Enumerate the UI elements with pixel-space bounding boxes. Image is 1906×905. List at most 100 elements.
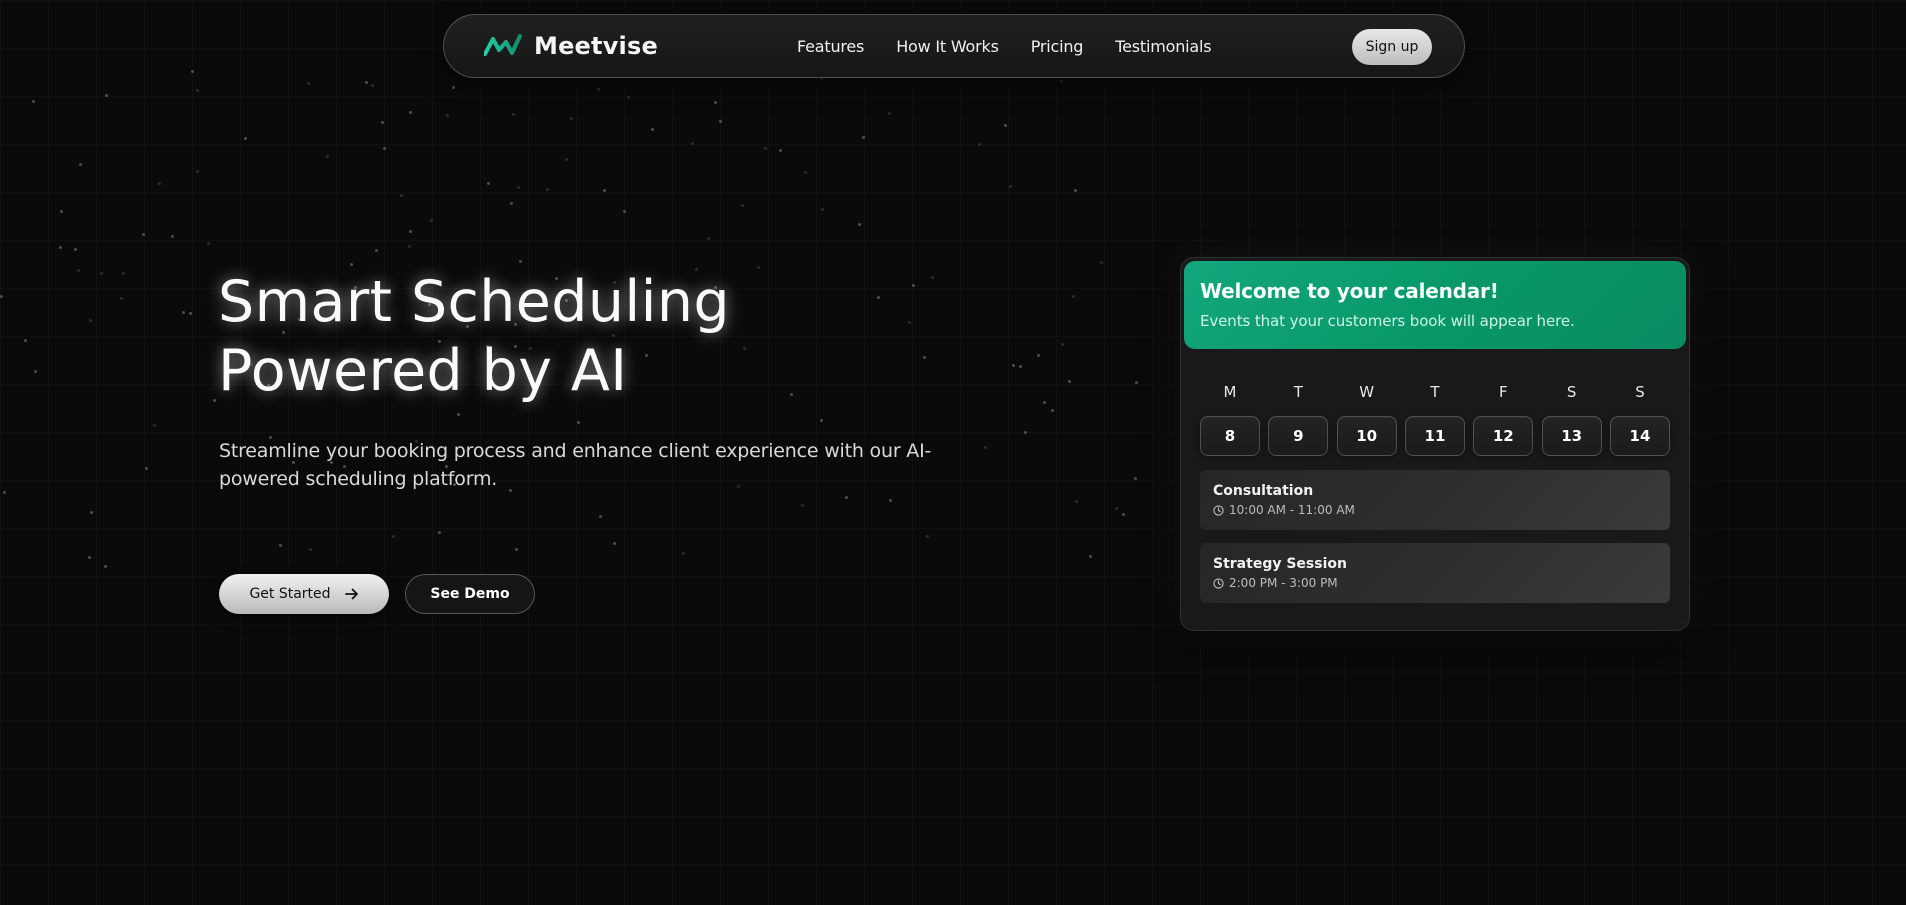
weekday-mon: M	[1223, 383, 1237, 401]
star-dot	[510, 202, 513, 205]
weekday-sat: S	[1566, 383, 1577, 401]
weekday-tue: T	[1293, 383, 1303, 401]
star-dot	[171, 235, 174, 238]
star-dot	[1135, 381, 1138, 384]
nav-link-features[interactable]: Features	[797, 37, 864, 56]
star-dot	[1115, 507, 1118, 510]
star-dot	[1019, 365, 1022, 368]
star-dot	[1068, 380, 1071, 383]
calendar-card: Welcome to your calendar! Events that yo…	[1180, 257, 1690, 631]
get-started-button[interactable]: Get Started	[219, 574, 389, 614]
star-dot	[120, 297, 123, 300]
star-dot	[719, 120, 722, 123]
star-dot	[409, 111, 412, 114]
hero-subtitle: Streamline your booking process and enha…	[219, 440, 932, 490]
star-dot	[77, 269, 80, 272]
star-dot	[519, 260, 522, 263]
star-dot	[820, 419, 823, 422]
star-dot	[392, 535, 395, 538]
nav-link-pricing[interactable]: Pricing	[1031, 37, 1084, 56]
star-dot	[599, 515, 602, 518]
star-dot	[821, 208, 824, 211]
date-row: 8 9 10 11 12 13 14	[1200, 416, 1670, 456]
event-title: Strategy Session	[1213, 556, 1347, 572]
star-dot	[375, 249, 378, 252]
star-dot	[24, 339, 27, 342]
star-dot	[764, 147, 767, 150]
star-dot	[0, 295, 3, 298]
star-dot	[182, 311, 185, 314]
signup-button[interactable]: Sign up	[1352, 29, 1432, 65]
star-dot	[371, 84, 374, 87]
star-dot	[34, 370, 37, 373]
brand[interactable]: Meetvise	[484, 15, 658, 77]
event-item-strategy-session[interactable]: Strategy Session 2:00 PM - 3:00 PM	[1200, 543, 1670, 603]
nav-link-testimonials[interactable]: Testimonials	[1115, 37, 1211, 56]
star-dot	[438, 531, 441, 534]
date-cell[interactable]: 9	[1268, 416, 1329, 456]
date-cell[interactable]: 11	[1404, 416, 1465, 456]
star-dot	[931, 276, 934, 279]
star-dot	[858, 223, 861, 226]
star-dot	[79, 163, 82, 166]
hero-title-line-2: Powered by AI	[218, 338, 628, 404]
weekday-wed: W	[1359, 383, 1375, 401]
nav-links: Features How It Works Pricing Testimonia…	[797, 15, 1212, 77]
star-dot	[1072, 295, 1075, 298]
star-dot	[365, 81, 368, 84]
star-dot	[309, 548, 312, 551]
star-dot	[926, 535, 929, 538]
star-dot	[546, 188, 549, 191]
hero-title: Smart Scheduling Powered by AI	[218, 268, 918, 406]
star-dot	[3, 491, 6, 494]
star-dot	[60, 210, 63, 213]
star-dot	[430, 219, 433, 222]
star-dot	[1060, 80, 1063, 83]
star-dot	[512, 113, 515, 116]
star-dot	[408, 245, 411, 248]
star-dot	[104, 565, 107, 568]
weekday-row: M T W T F S S	[1200, 383, 1670, 401]
star-dot	[409, 230, 412, 233]
star-dot	[487, 182, 490, 185]
star-dot	[88, 556, 91, 559]
star-dot	[1037, 354, 1040, 357]
star-dot	[350, 263, 353, 266]
event-time: 10:00 AM - 11:00 AM	[1213, 503, 1657, 517]
weekday-thu: T	[1430, 383, 1440, 401]
star-dot	[565, 158, 568, 161]
star-dot	[191, 70, 194, 73]
clock-icon	[1213, 577, 1224, 589]
star-dot	[381, 121, 384, 124]
star-dot	[801, 504, 804, 507]
date-cell[interactable]: 8	[1200, 416, 1260, 456]
star-dot	[741, 204, 744, 207]
star-dot	[1024, 431, 1027, 434]
see-demo-button[interactable]: See Demo	[405, 574, 535, 614]
star-dot	[452, 86, 455, 89]
star-dot	[603, 189, 606, 192]
brand-name: Meetvise	[534, 32, 658, 60]
star-dot	[383, 147, 386, 150]
event-title: Consultation	[1213, 483, 1314, 499]
star-dot	[984, 446, 987, 449]
star-dot	[279, 544, 282, 547]
star-dot	[682, 552, 685, 555]
star-dot	[691, 142, 694, 145]
date-cell[interactable]: 10	[1336, 416, 1397, 456]
event-time-label: 2:00 PM - 3:00 PM	[1229, 576, 1338, 590]
nav-link-how-it-works[interactable]: How It Works	[896, 37, 999, 56]
star-dot	[189, 312, 192, 315]
date-cell[interactable]: 13	[1541, 416, 1602, 456]
star-dot	[779, 149, 782, 152]
event-item-consultation[interactable]: Consultation 10:00 AM - 11:00 AM	[1200, 470, 1670, 530]
star-dot	[326, 155, 329, 158]
date-cell[interactable]: 12	[1473, 416, 1534, 456]
star-dot	[1009, 185, 1012, 188]
date-cell[interactable]: 14	[1609, 416, 1670, 456]
star-dot	[122, 272, 125, 275]
star-dot	[889, 499, 892, 502]
star-dot	[32, 100, 35, 103]
star-dot	[623, 210, 626, 213]
star-dot	[1100, 261, 1103, 264]
